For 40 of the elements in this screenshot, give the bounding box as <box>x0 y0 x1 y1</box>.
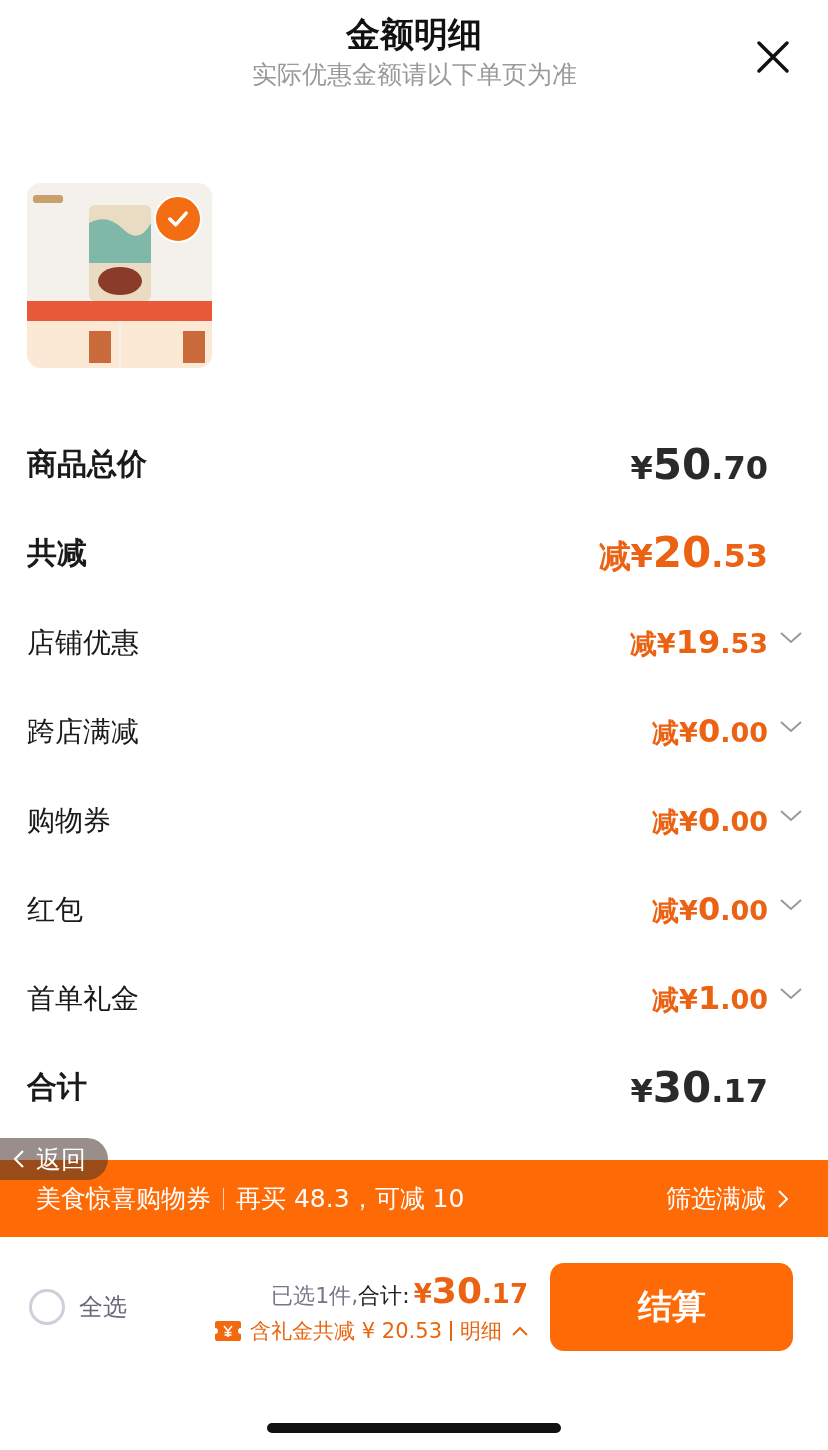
amount: 减¥1.00 <box>652 979 768 1018</box>
select-all-label[interactable]: 全选 <box>79 1291 127 1323</box>
row-label: 首单礼金 <box>27 980 139 1017</box>
amount: 减¥0.00 <box>652 801 768 840</box>
chevron-down-icon[interactable] <box>780 987 802 1000</box>
row-label: 合计 <box>27 1068 87 1106</box>
banner-detail: 再买 48.3，可减 10 <box>236 1183 465 1215</box>
chevron-right-icon <box>778 1189 788 1208</box>
banner-action[interactable]: 筛选满减 <box>666 1182 766 1215</box>
row-label: 共减 <box>27 534 87 572</box>
checkout-button[interactable]: 结算 <box>550 1263 793 1351</box>
amount: 减¥19.53 <box>629 623 768 662</box>
back-button[interactable]: 返回 <box>0 1138 108 1180</box>
select-all-radio[interactable] <box>29 1289 65 1325</box>
total-label: 合计: <box>358 1281 410 1310</box>
row-label: 商品总价 <box>27 445 147 483</box>
close-icon[interactable] <box>756 40 790 74</box>
selected-count: 已选1件, <box>271 1281 359 1310</box>
row-label: 购物券 <box>27 802 111 839</box>
amount: ¥30.17 <box>630 1063 768 1112</box>
chevron-down-icon[interactable] <box>780 809 802 822</box>
detail-link[interactable]: 明细 <box>460 1316 502 1345</box>
chevron-down-icon[interactable] <box>780 720 802 733</box>
amount: 减¥0.00 <box>652 712 768 751</box>
row-label: 跨店满减 <box>27 713 139 750</box>
amount: 减¥0.00 <box>652 890 768 929</box>
saving-text: 含礼金共减 ¥ 20.53 <box>250 1317 442 1345</box>
dialog-subtitle: 实际优惠金额请以下单页为准 <box>251 59 577 91</box>
amount: ¥50.70 <box>630 440 768 489</box>
row-label: 店铺优惠 <box>27 624 139 661</box>
chevron-left-icon <box>14 1150 24 1168</box>
chevron-down-icon[interactable] <box>780 898 802 911</box>
coupon-icon <box>214 1319 243 1342</box>
caret-up-icon[interactable] <box>512 1325 528 1336</box>
row-label: 红包 <box>27 891 83 928</box>
amount: 减¥20.53 <box>598 528 768 579</box>
banner-title: 美食惊喜购物券 <box>36 1183 211 1215</box>
total-amount: ¥30.17 <box>413 1269 528 1311</box>
chevron-down-icon[interactable] <box>780 631 802 644</box>
dialog-title: 金额明细 <box>346 13 482 56</box>
